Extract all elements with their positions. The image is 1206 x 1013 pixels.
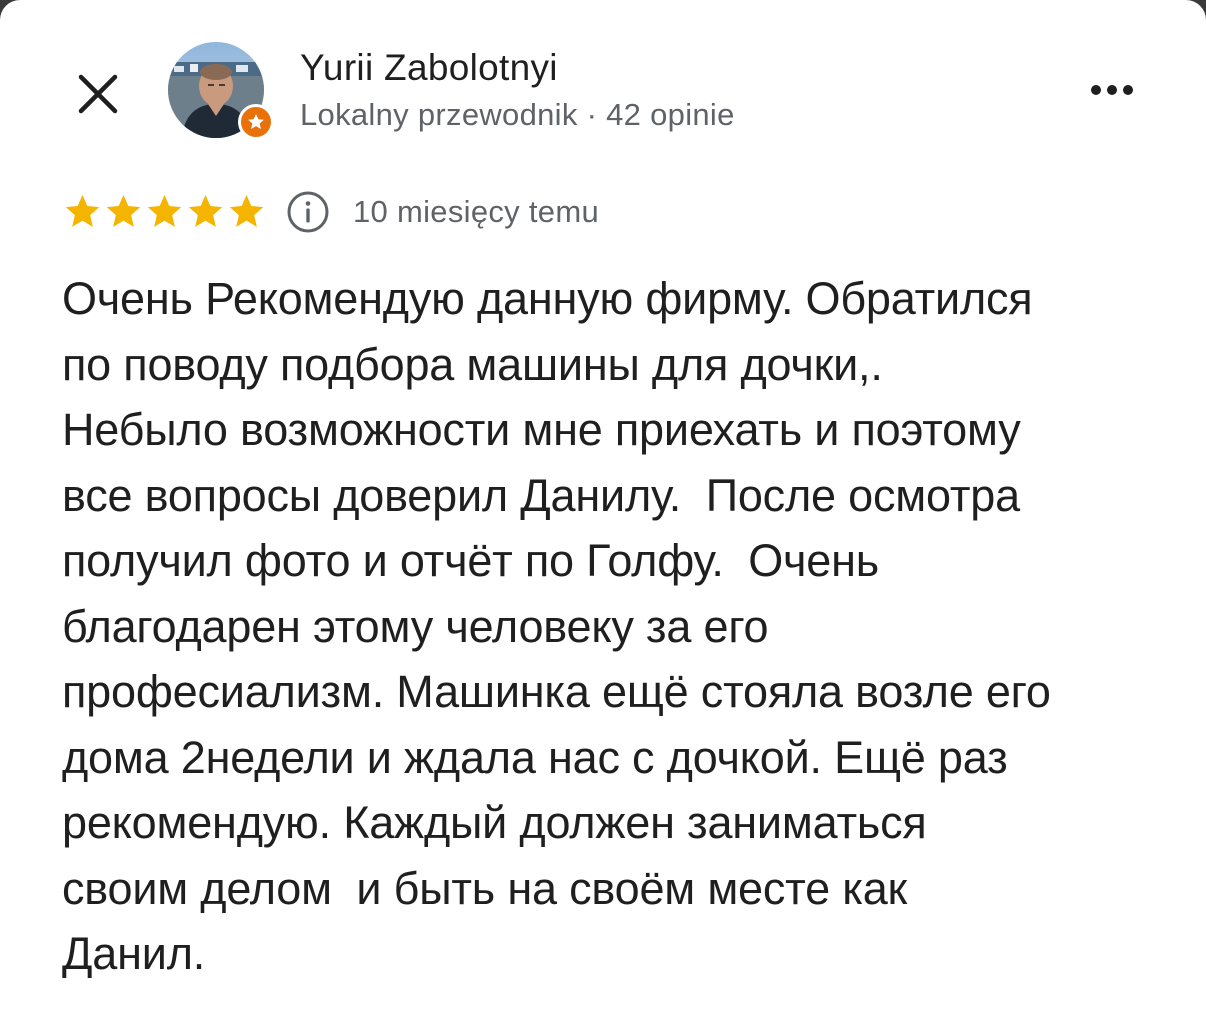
author-name[interactable]: Yurii Zabolotnyi [300,46,558,90]
star-icon [229,195,264,227]
review-text: Очень Рекомендую данную фирму. Обратился… [62,273,1051,979]
more-options-button[interactable] [1078,70,1146,110]
review-time: 10 miesięcy temu [353,194,600,229]
local-guide-star-icon [248,114,264,129]
star-icon [147,195,182,227]
author-meta: Lokalny przewodnik · 42 opinie [300,97,735,132]
rating-row: 10 miesięcy temu [62,186,599,238]
more-horizontal-icon-dot [1123,85,1133,95]
info-button[interactable] [285,189,331,235]
close-icon [78,74,118,114]
star-rating [62,192,267,232]
close-button[interactable] [66,62,130,126]
star-icon [188,195,223,227]
star-icon [106,195,141,227]
more-horizontal-icon-dot [1107,85,1117,95]
info-icon [287,191,329,233]
author-avatar-wrapper[interactable] [168,42,274,146]
local-guide-badge [238,104,274,140]
star-icon [65,195,100,227]
more-horizontal-icon [1091,85,1101,95]
review-card: Yurii Zabolotnyi Lokalny przewodnik · 42… [0,0,1206,1013]
